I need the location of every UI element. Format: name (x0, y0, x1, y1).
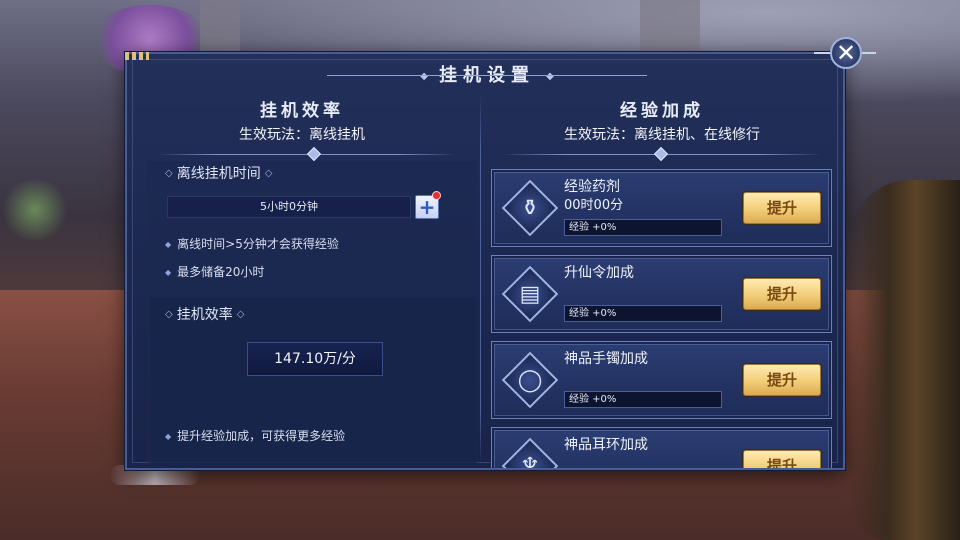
exp-progress-bar: 经验 +0% (564, 391, 722, 408)
token-card-icon: ▤ (500, 264, 560, 324)
bonus-name: 经验药剂 (564, 179, 620, 195)
bonus-time: 00时00分 (564, 198, 624, 213)
potion-bowl-icon: ⚱ (500, 178, 560, 238)
upgrade-button[interactable]: 提升 (743, 364, 821, 396)
upgrade-button[interactable]: 提升 (743, 192, 821, 224)
exp-bonus-card: ♆ 神品耳环加成 提升 (491, 427, 832, 468)
exp-bonus-card: ◯ 神品手镯加成 经验 +0% 提升 (491, 341, 832, 419)
exp-bonus-card: ▤ 升仙令加成 经验 +0% 提升 (491, 255, 832, 333)
bonus-name: 神品耳环加成 (564, 437, 648, 453)
rock-formation (850, 180, 960, 540)
upgrade-button[interactable]: 提升 (743, 278, 821, 310)
upgrade-button[interactable]: 提升 (743, 450, 821, 468)
earring-icon: ♆ (500, 436, 560, 468)
close-button[interactable]: ✕ (814, 35, 876, 71)
exp-bonus-list[interactable]: ⚱ 经验药剂 00时00分 经验 +0% 提升 ▤ 升仙令加成 经验 +0% 提… (127, 54, 847, 468)
close-icon: ✕ (835, 39, 857, 67)
exp-progress-bar: 经验 +0% (564, 219, 722, 236)
bracelet-icon: ◯ (500, 350, 560, 410)
bonus-name: 升仙令加成 (564, 265, 634, 281)
bush (0, 180, 70, 240)
exp-bonus-card: ⚱ 经验药剂 00时00分 经验 +0% 提升 (491, 169, 832, 247)
bonus-name: 神品手镯加成 (564, 351, 648, 367)
temple-pillar (640, 0, 700, 60)
exp-progress-bar: 经验 +0% (564, 305, 722, 322)
idle-settings-dialog: ◆ 挂机设置 ◆ 挂机效率 生效玩法：离线挂机 经验加成 生效玩法：离线挂机、在… (125, 52, 845, 470)
